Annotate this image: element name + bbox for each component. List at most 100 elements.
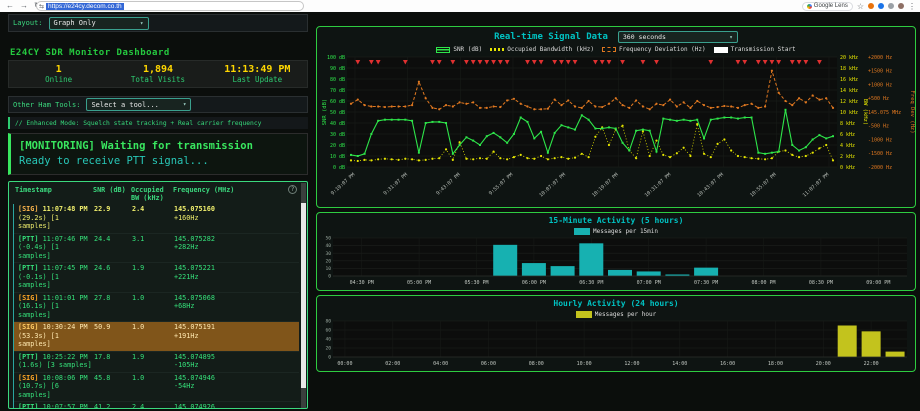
svg-text:08:30 PM: 08:30 PM bbox=[809, 280, 833, 286]
back-icon[interactable]: ← bbox=[6, 1, 14, 11]
realtime-title: Real-time Signal Data bbox=[494, 32, 608, 42]
row-tag: [SIG] bbox=[18, 205, 38, 213]
table-row[interactable]: [SIG] 10:08:06 PM(10.7s) [6 samples]45.8… bbox=[14, 373, 299, 403]
table-row[interactable]: [SIG] 11:07:48 PM(29.2s) [1 samples]22.9… bbox=[14, 204, 299, 234]
row-tag: [PTT] bbox=[18, 353, 38, 361]
svg-text:00:00: 00:00 bbox=[337, 361, 352, 367]
row-detail: (10.7s) [6 samples] bbox=[18, 382, 94, 399]
row-frequency: 145.075068 bbox=[174, 294, 215, 302]
svg-text:9:19:07 PM: 9:19:07 PM bbox=[330, 172, 356, 197]
extensions-puzzle-icon[interactable] bbox=[888, 3, 894, 9]
browser-menu-icon[interactable]: ⋮ bbox=[908, 2, 916, 11]
row-frequency: 145.075221 bbox=[174, 264, 215, 272]
stat-online: 1 Online bbox=[9, 61, 108, 87]
site-info-icon[interactable]: ⇆ bbox=[39, 3, 44, 10]
monitoring-status: [MONITORING] Waiting for transmission bbox=[19, 139, 307, 154]
svg-text:145.075 MHz: 145.075 MHz bbox=[868, 110, 901, 116]
table-row[interactable]: [PTT] 11:07:46 PM(-0.4s) [1 samples]24.4… bbox=[14, 234, 299, 264]
svg-text:06:00: 06:00 bbox=[481, 361, 496, 367]
activity15-panel: 15-Minute Activity (5 hours) Messages pe… bbox=[316, 212, 916, 291]
svg-text:10:07:07 PM: 10:07:07 PM bbox=[538, 172, 567, 199]
row-tag: [PTT] bbox=[18, 235, 38, 243]
svg-text:10: 10 bbox=[325, 266, 331, 272]
transmission-start-swatch bbox=[714, 47, 728, 53]
realtime-chart-svg[interactable]: 100 dB20 kHz90 dB18 kHz80 dB16 kHz70 dB1… bbox=[319, 55, 915, 203]
row-detail: (16.1s) [1 samples] bbox=[18, 302, 94, 319]
hourly-title: Hourly Activity (24 hours) bbox=[317, 299, 915, 308]
realtime-legend: SNR (dB) Occupied Bandwidth (kHz) Freque… bbox=[317, 46, 915, 53]
row-snr: 45.8 bbox=[94, 374, 132, 400]
table-row[interactable]: [PTT] 10:25:22 PM(1.6s) [3 samples]17.81… bbox=[14, 352, 299, 373]
svg-text:+1500 Hz: +1500 Hz bbox=[868, 69, 892, 75]
hourly-legend: Messages per hour bbox=[317, 311, 915, 318]
col-timestamp: Timestamp bbox=[15, 186, 93, 202]
url-text[interactable]: https://e24cy.decom.co.th bbox=[46, 3, 124, 10]
row-snr: 27.8 bbox=[94, 294, 132, 320]
row-tag: [SIG] bbox=[18, 323, 38, 331]
row-bw: 2.4 bbox=[132, 403, 174, 409]
svg-text:6 kHz: 6 kHz bbox=[840, 132, 855, 138]
svg-text:20: 20 bbox=[325, 346, 331, 352]
row-time: 11:01:01 PM bbox=[43, 294, 88, 302]
layout-select[interactable]: Graph Only ▾ bbox=[49, 17, 149, 30]
help-icon[interactable]: ? bbox=[288, 185, 297, 194]
enhanced-mode-note: // Enhanced Mode: Squelch state tracking… bbox=[8, 117, 308, 129]
svg-text:+2000 Hz: +2000 Hz bbox=[868, 55, 892, 61]
tools-row: Other Ham Tools: Select a tool... ▾ bbox=[8, 96, 308, 113]
svg-text:18 kHz: 18 kHz bbox=[840, 66, 858, 72]
row-time: 11:07:46 PM bbox=[43, 235, 88, 243]
svg-text:9:31:07 PM: 9:31:07 PM bbox=[383, 172, 409, 197]
google-lens-icon bbox=[807, 4, 812, 9]
profile-avatar[interactable] bbox=[898, 3, 904, 9]
svg-text:80: 80 bbox=[325, 319, 331, 325]
activity15-chart-svg[interactable]: 0102030405004:30 PM05:00 PM05:30 PM06:00… bbox=[319, 236, 915, 286]
address-bar[interactable]: ⇆ https://e24cy.decom.co.th bbox=[36, 1, 304, 11]
row-detail: (-0.1s) [1 samples] bbox=[18, 273, 94, 290]
svg-text:50 dB: 50 dB bbox=[330, 110, 345, 116]
row-frequency: 145.074926 bbox=[174, 403, 215, 409]
bookmark-star-icon[interactable]: ☆ bbox=[857, 2, 864, 11]
svg-text:0 kHz: 0 kHz bbox=[840, 165, 855, 171]
svg-text:60: 60 bbox=[325, 328, 331, 334]
stats-bar: 1 Online 1,894 Total Visits 11:13:49 PM … bbox=[8, 60, 308, 88]
forward-icon[interactable]: → bbox=[20, 1, 28, 11]
svg-text:9:43:07 PM: 9:43:07 PM bbox=[435, 172, 461, 197]
row-detail: (1.6s) [3 samples] bbox=[18, 361, 94, 370]
signal-table-body: [SIG] 11:07:48 PM(29.2s) [1 samples]22.9… bbox=[13, 204, 299, 408]
browser-toolbar: ← → ↻ ⇆ https://e24cy.decom.co.th Google… bbox=[0, 0, 920, 12]
hourly-chart-svg[interactable]: 02040608000:0002:0004:0006:0008:0010:001… bbox=[319, 319, 915, 367]
svg-text:40: 40 bbox=[325, 337, 331, 343]
svg-text:+1000 Hz: +1000 Hz bbox=[868, 82, 892, 88]
svg-text:16:00: 16:00 bbox=[720, 361, 735, 367]
freq-dev-line-swatch bbox=[602, 47, 616, 52]
svg-text:40 dB: 40 dB bbox=[330, 121, 345, 127]
row-tag: [SIG] bbox=[18, 374, 38, 382]
google-lens-button[interactable]: Google Lens bbox=[802, 2, 853, 11]
signal-table: Timestamp SNR (dB) Occupied BW (kHz) Fre… bbox=[8, 181, 308, 409]
col-frequency: Frequency (MHz) bbox=[173, 186, 305, 202]
extension-icon[interactable] bbox=[878, 3, 884, 9]
range-select[interactable]: 360 seconds ▾ bbox=[618, 31, 738, 43]
svg-text:06:00 PM: 06:00 PM bbox=[522, 280, 546, 286]
table-row[interactable]: [PTT] 10:07:57 PM(7.5s) [17 samples]41.2… bbox=[14, 402, 299, 409]
svg-text:4 kHz: 4 kHz bbox=[840, 143, 855, 149]
table-row[interactable]: [SIG] 10:30:24 PM(53.3s) [1 samples]50.9… bbox=[14, 322, 299, 352]
chevron-down-icon: ▾ bbox=[729, 34, 733, 41]
row-bw: 1.9 bbox=[132, 353, 174, 370]
table-row[interactable]: [SIG] 11:01:01 PM(16.1s) [1 samples]27.8… bbox=[14, 293, 299, 323]
extension-icon[interactable] bbox=[868, 3, 874, 9]
svg-text:10:43:07 PM: 10:43:07 PM bbox=[696, 172, 725, 199]
table-row[interactable]: [PTT] 11:07:45 PM(-0.1s) [1 samples]24.6… bbox=[14, 263, 299, 293]
tools-label: Other Ham Tools: bbox=[13, 101, 80, 109]
tools-select[interactable]: Select a tool... ▾ bbox=[86, 98, 191, 111]
row-bw: 3.1 bbox=[132, 235, 174, 261]
svg-text:9:55:07 PM: 9:55:07 PM bbox=[488, 172, 514, 197]
svg-text:10:31:07 PM: 10:31:07 PM bbox=[644, 172, 673, 199]
scrollbar-thumb[interactable] bbox=[301, 203, 306, 388]
row-tag: [PTT] bbox=[18, 403, 38, 409]
svg-text:30: 30 bbox=[325, 251, 331, 257]
table-scrollbar[interactable] bbox=[301, 183, 306, 409]
row-snr: 50.9 bbox=[94, 323, 132, 349]
svg-text:07:00 PM: 07:00 PM bbox=[637, 280, 661, 286]
layout-label: Layout: bbox=[13, 19, 43, 27]
